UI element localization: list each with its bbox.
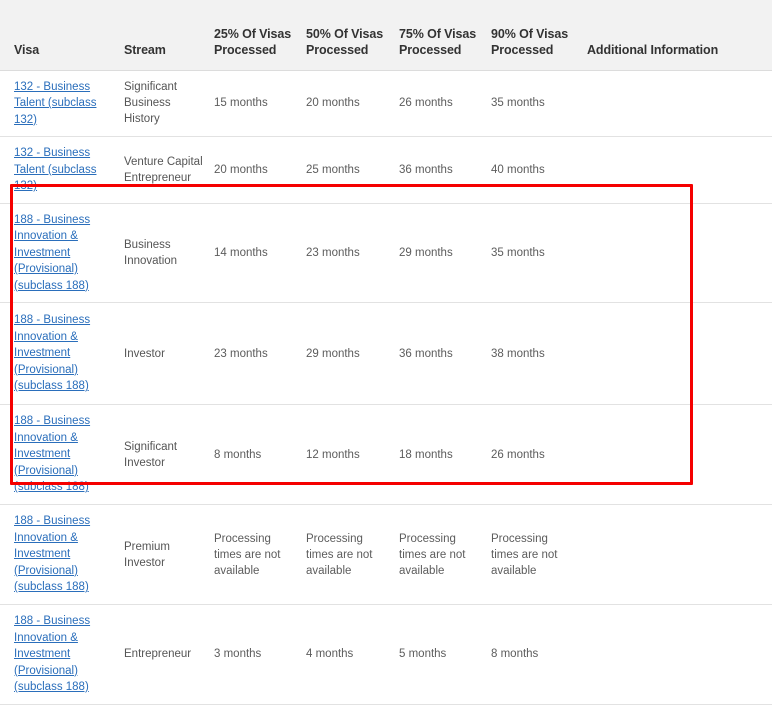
- table-row: 132 - Business Talent (subclass 132) Ven…: [0, 136, 772, 204]
- cell-25-percent: 23 months: [214, 302, 306, 405]
- cell-90-percent: 8 months: [491, 604, 587, 705]
- processing-times-table-container: Visa Stream 25% Of Visas Processed 50% O…: [0, 0, 772, 705]
- cell-90-percent: 35 months: [491, 70, 587, 137]
- table-row: 188 - Business Innovation & Investment (…: [0, 302, 772, 405]
- visa-link[interactable]: 188 - Business Innovation & Investment (…: [14, 515, 90, 593]
- column-header-stream-label: Stream: [124, 42, 166, 57]
- column-header-50-percent-line2: Processed: [306, 42, 369, 57]
- column-header-90-percent[interactable]: 90% Of Visas Processed: [491, 0, 587, 71]
- table-row: 132 - Business Talent (subclass 132) Sig…: [0, 70, 772, 137]
- cell-additional-information: [587, 604, 772, 705]
- column-header-90-percent-line1: 90% Of Visas: [491, 26, 569, 41]
- cell-additional-information: [587, 302, 772, 405]
- visa-link[interactable]: 132 - Business Talent (subclass 132): [14, 81, 96, 126]
- cell-additional-information: [587, 404, 772, 505]
- cell-50-percent: 25 months: [306, 136, 399, 204]
- cell-75-percent: 26 months: [399, 70, 491, 137]
- column-header-25-percent-line1: 25% Of Visas: [214, 26, 292, 41]
- column-header-visa[interactable]: Visa: [0, 0, 124, 71]
- cell-visa: 132 - Business Talent (subclass 132): [0, 70, 124, 137]
- cell-visa: 188 - Business Innovation & Investment (…: [0, 604, 124, 705]
- cell-stream: Significant Business History: [124, 70, 214, 137]
- cell-50-percent: 29 months: [306, 302, 399, 405]
- table-row: 188 - Business Innovation & Investment (…: [0, 404, 772, 505]
- cell-visa: 132 - Business Talent (subclass 132): [0, 136, 124, 204]
- cell-25-percent: 8 months: [214, 404, 306, 505]
- column-header-additional-information-label: Additional Information: [587, 42, 719, 57]
- cell-50-percent: Processing times are not available: [306, 504, 399, 605]
- cell-90-percent: 26 months: [491, 404, 587, 505]
- cell-visa: 188 - Business Innovation & Investment (…: [0, 302, 124, 405]
- visa-link[interactable]: 188 - Business Innovation & Investment (…: [14, 314, 90, 392]
- cell-75-percent: 36 months: [399, 136, 491, 204]
- column-header-90-percent-line2: Processed: [491, 42, 554, 57]
- cell-90-percent: 40 months: [491, 136, 587, 204]
- cell-75-percent: 36 months: [399, 302, 491, 405]
- column-header-50-percent-line1: 50% Of Visas: [306, 26, 384, 41]
- column-header-75-percent[interactable]: 75% Of Visas Processed: [399, 0, 491, 71]
- column-header-25-percent[interactable]: 25% Of Visas Processed: [214, 0, 306, 71]
- table-body: 132 - Business Talent (subclass 132) Sig…: [0, 70, 772, 705]
- cell-25-percent: 3 months: [214, 604, 306, 705]
- cell-visa: 188 - Business Innovation & Investment (…: [0, 203, 124, 303]
- visa-link[interactable]: 132 - Business Talent (subclass 132): [14, 147, 96, 192]
- column-header-75-percent-line1: 75% Of Visas: [399, 26, 477, 41]
- visa-processing-times-table: Visa Stream 25% Of Visas Processed 50% O…: [0, 0, 772, 705]
- table-header-row: Visa Stream 25% Of Visas Processed 50% O…: [0, 0, 772, 71]
- table-row: 188 - Business Innovation & Investment (…: [0, 604, 772, 705]
- cell-90-percent: 35 months: [491, 203, 587, 303]
- visa-link[interactable]: 188 - Business Innovation & Investment (…: [14, 214, 90, 292]
- cell-50-percent: 4 months: [306, 604, 399, 705]
- cell-additional-information: [587, 136, 772, 204]
- column-header-additional-information[interactable]: Additional Information: [587, 0, 772, 71]
- cell-75-percent: Processing times are not available: [399, 504, 491, 605]
- cell-25-percent: 20 months: [214, 136, 306, 204]
- cell-90-percent: 38 months: [491, 302, 587, 405]
- cell-50-percent: 20 months: [306, 70, 399, 137]
- cell-stream: Significant Investor: [124, 404, 214, 505]
- cell-stream: Business Innovation: [124, 203, 214, 303]
- cell-75-percent: 29 months: [399, 203, 491, 303]
- cell-additional-information: [587, 203, 772, 303]
- column-header-visa-label: Visa: [14, 42, 40, 57]
- column-header-50-percent[interactable]: 50% Of Visas Processed: [306, 0, 399, 71]
- cell-additional-information: [587, 504, 772, 605]
- cell-75-percent: 5 months: [399, 604, 491, 705]
- cell-visa: 188 - Business Innovation & Investment (…: [0, 504, 124, 605]
- cell-stream: Venture Capital Entrepreneur: [124, 136, 214, 204]
- cell-25-percent: 14 months: [214, 203, 306, 303]
- cell-50-percent: 12 months: [306, 404, 399, 505]
- column-header-75-percent-line2: Processed: [399, 42, 462, 57]
- cell-90-percent: Processing times are not available: [491, 504, 587, 605]
- cell-visa: 188 - Business Innovation & Investment (…: [0, 404, 124, 505]
- cell-additional-information: [587, 70, 772, 137]
- table-row: 188 - Business Innovation & Investment (…: [0, 504, 772, 605]
- cell-25-percent: Processing times are not available: [214, 504, 306, 605]
- table-header: Visa Stream 25% Of Visas Processed 50% O…: [0, 0, 772, 71]
- cell-75-percent: 18 months: [399, 404, 491, 505]
- column-header-stream[interactable]: Stream: [124, 0, 214, 71]
- table-row: 188 - Business Innovation & Investment (…: [0, 203, 772, 303]
- cell-50-percent: 23 months: [306, 203, 399, 303]
- cell-25-percent: 15 months: [214, 70, 306, 137]
- cell-stream: Premium Investor: [124, 504, 214, 605]
- column-header-25-percent-line2: Processed: [214, 42, 277, 57]
- visa-link[interactable]: 188 - Business Innovation & Investment (…: [14, 415, 90, 493]
- visa-link[interactable]: 188 - Business Innovation & Investment (…: [14, 615, 90, 693]
- cell-stream: Entrepreneur: [124, 604, 214, 705]
- cell-stream: Investor: [124, 302, 214, 405]
